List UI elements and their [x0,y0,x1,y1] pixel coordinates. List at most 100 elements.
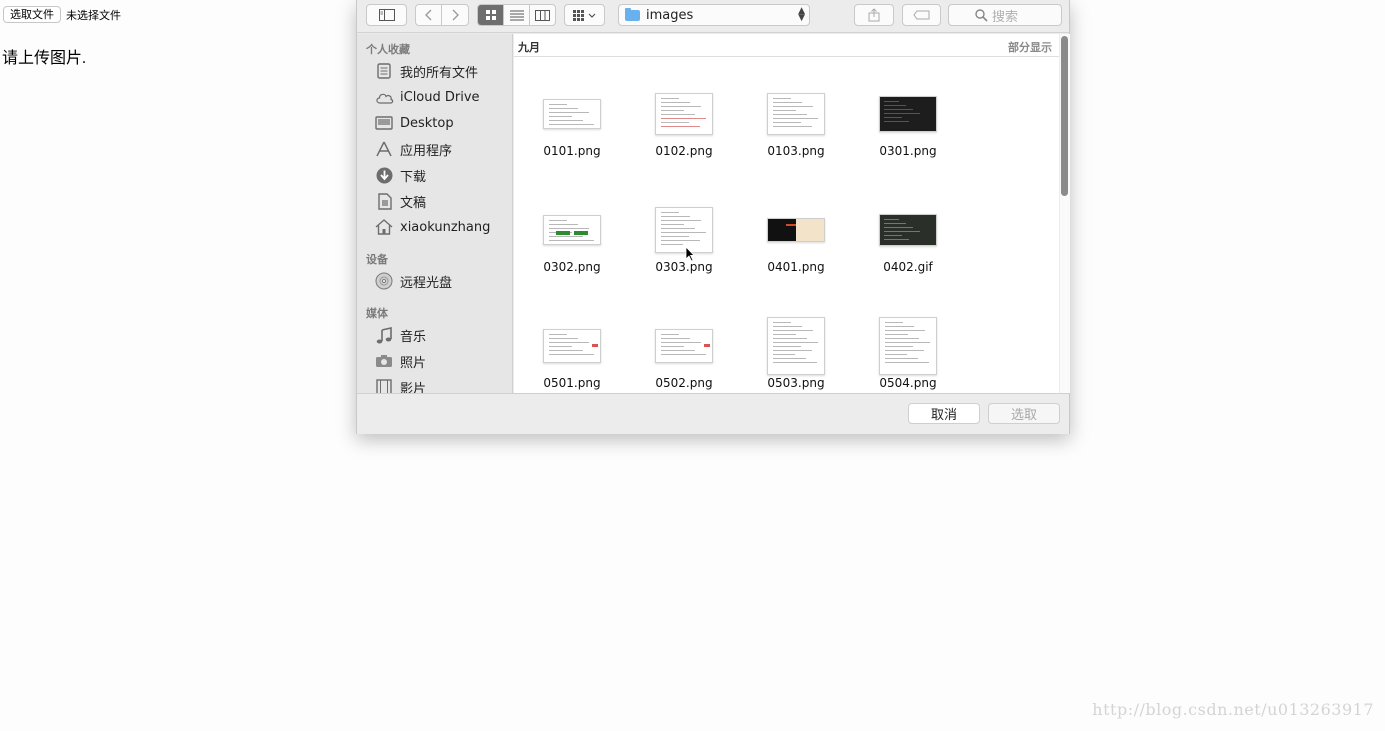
sidebar-item-label: xiaokunzhang [400,219,491,235]
arrange-button[interactable] [564,4,605,26]
file-input: 选取文件 未选择文件 [3,6,121,23]
camera-icon [374,352,394,370]
sidebar-item-remote-disc[interactable]: 远程光盘 [374,270,510,292]
sidebar-item-all-files[interactable]: 我的所有文件 [374,60,510,82]
file-item[interactable]: 0503.png [740,304,852,393]
list-view-button[interactable] [504,5,530,25]
location-popup[interactable]: images ▲ ▼ [618,4,810,26]
film-icon [374,378,394,393]
column-view-button[interactable] [530,5,555,25]
icon-grid-icon [485,10,496,20]
file-item[interactable]: 0101.png [516,72,628,172]
sidebar-item-label: 照片 [400,355,427,371]
file-thumbnail [879,96,937,132]
music-icon [374,326,394,344]
updown-chevron-icon: ▲ ▼ [798,6,805,23]
applications-icon [374,140,394,158]
file-item[interactable]: 0303.png [628,188,740,288]
file-name: 0501.png [543,376,601,390]
file-name: 0502.png [655,376,713,390]
share-button[interactable] [854,4,894,26]
list-icon [509,10,524,20]
search-placeholder: 搜索 [992,9,1019,25]
sidebar-item-photos[interactable]: 照片 [374,350,510,372]
file-name: 0102.png [655,144,713,158]
arrange-grid-icon [572,9,595,21]
sidebar-item-label: 影片 [400,381,427,394]
chevron-right-icon [452,9,459,21]
sidebar-toggle-icon [378,9,395,21]
file-item[interactable]: 0502.png [628,304,740,393]
sidebar-item-icloud-drive[interactable]: iCloud Drive [374,86,510,108]
sidebar-toggle-button[interactable] [366,4,407,26]
file-name: 0302.png [543,260,601,274]
file-item[interactable]: 0402.gif [852,188,964,288]
watermark: http://blog.csdn.net/u013263917 [1092,700,1374,719]
file-name: 0103.png [767,144,825,158]
sidebar-item-label: 远程光盘 [400,275,453,291]
file-item[interactable]: 0103.png [740,72,852,172]
sidebar-item-label: 应用程序 [400,143,453,159]
file-name: 0401.png [767,260,825,274]
scroll-track [1059,34,1070,393]
sidebar-item-music[interactable]: 音乐 [374,324,510,346]
search-icon [975,9,988,22]
cloud-icon [374,88,394,106]
sidebar-item-desktop[interactable]: Desktop [374,112,510,134]
file-browser: 九月 部分显示 0101.png 0102.png 0103.png 0301.png… [514,34,1070,393]
location-label: images [646,7,694,23]
back-button[interactable] [416,5,442,25]
file-thumbnail [543,329,601,363]
file-status-text: 未选择文件 [66,8,121,22]
group-header: 九月 部分显示 [514,34,1060,57]
dialog-toolbar: images ▲ ▼ 搜索 [357,0,1069,33]
navigation-buttons [415,4,469,26]
dialog-footer: 取消 选取 [357,393,1069,434]
folder-icon [625,7,640,21]
sidebar-item-label: iCloud Drive [400,89,480,105]
file-item[interactable]: 0401.png [740,188,852,288]
forward-button[interactable] [442,5,468,25]
dialog-sidebar: 个人收藏 我的所有文件 iCloud Drive Desktop 应用程序 下载… [357,34,513,393]
mouse-cursor-icon [685,246,695,262]
sidebar-item-label: 音乐 [400,329,427,345]
file-name: 0303.png [655,260,713,274]
desktop-icon [374,114,394,132]
file-thumbnail [879,317,937,375]
choose-file-button[interactable]: 选取文件 [3,6,61,23]
sidebar-item-movies[interactable]: 影片 [374,376,510,393]
cancel-button[interactable]: 取消 [908,403,980,424]
sidebar-item-applications[interactable]: 应用程序 [374,138,510,160]
file-item[interactable]: 0501.png [516,304,628,393]
sidebar-item-documents[interactable]: 文稿 [374,190,510,212]
home-icon [374,218,394,236]
file-thumbnail [655,207,713,253]
group-title: 九月 [518,41,540,54]
tag-button[interactable] [902,4,941,26]
file-item[interactable]: 0102.png [628,72,740,172]
sidebar-section-media: 媒体 [366,307,388,320]
file-item[interactable]: 0504.png [852,304,964,393]
file-thumbnail [767,317,825,375]
vertical-scrollbar[interactable] [1061,36,1068,196]
tag-icon [912,10,929,20]
file-item[interactable]: 0301.png [852,72,964,172]
sidebar-item-label: 下载 [400,169,427,185]
sidebar-section-devices: 设备 [366,253,388,266]
file-thumbnail [543,99,601,129]
documents-icon [374,192,394,210]
columns-icon [535,9,550,21]
search-field[interactable]: 搜索 [948,4,1062,26]
share-icon [868,8,880,22]
file-item[interactable]: 0302.png [516,188,628,288]
disc-icon [374,272,394,290]
choose-button[interactable]: 选取 [988,403,1060,424]
show-partial-link[interactable]: 部分显示 [1008,39,1052,55]
file-thumbnail [543,215,601,245]
icon-view-button[interactable] [478,5,504,25]
all-files-icon [374,62,394,80]
open-file-dialog: images ▲ ▼ 搜索 个人收藏 我的所有文件 iCloud Drive De… [356,0,1070,434]
sidebar-item-downloads[interactable]: 下载 [374,164,510,186]
file-name: 0402.gif [883,260,933,274]
sidebar-item-home[interactable]: xiaokunzhang [374,216,510,238]
